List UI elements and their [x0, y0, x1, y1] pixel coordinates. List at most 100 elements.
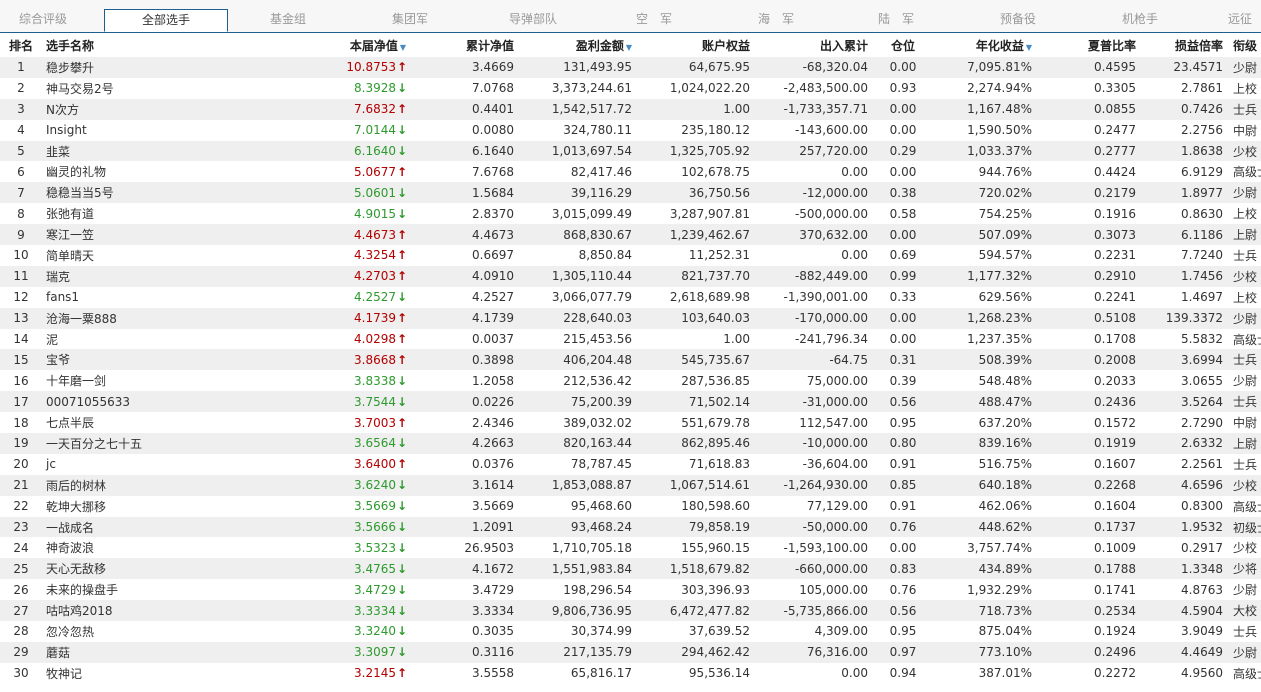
header-name[interactable]: 选手名称 — [42, 33, 202, 57]
tab-3[interactable]: 集团军 — [350, 6, 470, 32]
cell-name[interactable]: 蘑菇 — [42, 641, 202, 663]
tab-9[interactable]: 机枪手 — [1080, 6, 1200, 32]
table-row[interactable]: 13 沧海一粟888 4.1739↑ 4.1739 228,640.03 103,640.… — [0, 307, 1261, 329]
cell-grade: 少校 — [1229, 140, 1261, 162]
cell-name[interactable]: 稳步攀升 — [42, 57, 202, 78]
cell-name[interactable]: 咕咕鸡2018 — [42, 600, 202, 622]
table-row[interactable]: 7 稳稳当当5号 5.0601↓ 1.5684 39,116.29 36,750.56 -1… — [0, 182, 1261, 204]
header-sharpe[interactable]: 夏普比率 — [1038, 33, 1142, 57]
table-row[interactable]: 25 天心无敌移 3.4765↓ 4.1672 1,551,983.84 1,518,67… — [0, 558, 1261, 580]
header-annual[interactable]: 年化收益 ▼ — [932, 33, 1038, 57]
tab-10[interactable]: 远征 — [1200, 6, 1261, 32]
table-row[interactable]: 1 稳步攀升 10.8753↑ 3.4669 131,493.95 64,675.95 -6… — [0, 57, 1261, 78]
table-row[interactable]: 22 乾坤大挪移 3.5669↓ 3.5669 95,468.60 180,598.60 7… — [0, 496, 1261, 517]
table-row[interactable]: 21 雨后的树林 3.6240↓ 3.1614 1,853,088.87 1,067,51… — [0, 474, 1261, 496]
table-row[interactable]: 29 蘑菇 3.3097↓ 0.3116 217,135.79 294,462.42 76,… — [0, 641, 1261, 663]
table-row[interactable]: 17 00071055633 3.7544↓ 0.0226 75,200.39 71,50… — [0, 391, 1261, 413]
tab-4[interactable]: 导弹部队 — [472, 6, 594, 32]
cell-name[interactable]: 寒江一笠 — [42, 224, 202, 246]
table-row[interactable]: 20 jc 3.6400↑ 0.0376 78,787.45 71,618.83 -36,6… — [0, 454, 1261, 475]
cell-name[interactable]: 十年磨一剑 — [42, 370, 202, 391]
cell-name[interactable]: 天心无敌移 — [42, 558, 202, 580]
sort-down-icon[interactable]: ▼ — [626, 43, 632, 52]
cell-name[interactable]: 稳稳当当5号 — [42, 182, 202, 204]
tab-8[interactable]: 预备役 — [956, 6, 1080, 32]
cell-name[interactable]: 乾坤大挪移 — [42, 496, 202, 517]
cell-name[interactable]: 幽灵的礼物 — [42, 161, 202, 182]
cell-name[interactable]: 沧海一粟888 — [42, 307, 202, 329]
cell-cum: 0.4401 — [412, 98, 520, 120]
table-row[interactable]: 6 幽灵的礼物 5.0677↑ 7.6768 82,417.46 102,678.75 0.… — [0, 161, 1261, 182]
arrow-down-icon: ↓ — [397, 582, 408, 597]
cell-name[interactable]: 00071055633 — [42, 391, 202, 413]
header-nav[interactable]: 本届净值 ▼ — [202, 33, 412, 57]
table-row[interactable]: 24 神奇波浪 3.5323↓ 26.9503 1,710,705.18 155,960.… — [0, 537, 1261, 558]
cell-name[interactable]: 一战成名 — [42, 516, 202, 538]
cell-name[interactable]: 七点半辰 — [42, 412, 202, 433]
tab-5[interactable]: 空 军 — [594, 6, 714, 32]
cell-nav: 8.3928↓ — [202, 78, 412, 99]
table-row[interactable]: 2 神马交易2号 8.3928↓ 7.0768 3,373,244.61 1,024,02… — [0, 78, 1261, 99]
cell-profit: 820,163.44 — [520, 433, 638, 454]
tab-6[interactable]: 海 军 — [716, 6, 836, 32]
table-row[interactable]: 30 牧神记 3.2145↑ 3.5558 65,816.17 95,536.14 0.00… — [0, 663, 1261, 684]
cell-name[interactable]: 神奇波浪 — [42, 537, 202, 558]
cell-equity: 294,462.42 — [638, 641, 756, 663]
table-row[interactable]: 16 十年磨一剑 3.8338↓ 1.2058 212,536.42 287,536.85… — [0, 370, 1261, 391]
table-row[interactable]: 8 张弛有道 4.9015↓ 2.8370 3,015,099.49 3,287,907.… — [0, 203, 1261, 224]
cell-position: 0.80 — [874, 433, 932, 454]
table-row[interactable]: 9 寒江一笠 4.4673↑ 4.4673 868,830.67 1,239,462.67… — [0, 224, 1261, 246]
cell-name[interactable]: 简单晴天 — [42, 245, 202, 266]
arrow-down-icon: ↓ — [397, 478, 408, 493]
sort-down-icon[interactable]: ▼ — [400, 43, 406, 52]
cell-name[interactable]: 忽冷忽热 — [42, 621, 202, 642]
header-equity[interactable]: 账户权益 — [638, 33, 756, 57]
cell-name[interactable]: fans1 — [42, 287, 202, 308]
tab-1[interactable]: 全部选手 — [104, 9, 228, 32]
table-row[interactable]: 15 宝爷 3.8668↑ 0.3898 406,204.48 545,735.67 -64… — [0, 349, 1261, 371]
table-row[interactable]: 28 忽冷忽热 3.3240↓ 0.3035 30,374.99 37,639.52 4,3… — [0, 621, 1261, 642]
cell-grade: 少尉 — [1229, 641, 1261, 663]
header-rank[interactable]: 排名 — [0, 33, 42, 57]
nav-value: 3.8338 — [354, 373, 396, 388]
cell-name[interactable]: jc — [42, 454, 202, 475]
table-row[interactable]: 3 N次方 7.6832↑ 0.4401 1,542,517.72 1.00 -1,733,… — [0, 98, 1261, 120]
table-row[interactable]: 23 一战成名 3.5666↓ 1.2091 93,468.24 79,858.19 -50… — [0, 516, 1261, 538]
table-row[interactable]: 11 瑞克 4.2703↑ 4.0910 1,305,110.44 821,737.70-… — [0, 265, 1261, 287]
cell-name[interactable]: 瑞克 — [42, 265, 202, 287]
header-position[interactable]: 仓位 — [874, 33, 932, 57]
header-profit[interactable]: 盈利金额 ▼ — [520, 33, 638, 57]
table-row[interactable]: 19 一天百分之七十五 3.6564↓ 4.2663 820,163.44 862,895… — [0, 433, 1261, 454]
sort-down-icon[interactable]: ▼ — [1026, 43, 1032, 52]
header-cum[interactable]: 累计净值 — [412, 33, 520, 57]
cell-name[interactable]: 韭菜 — [42, 140, 202, 162]
cell-name[interactable]: 一天百分之七十五 — [42, 433, 202, 454]
table-row[interactable]: 10 简单晴天 4.3254↑ 0.6697 8,850.84 11,252.31 0.00… — [0, 245, 1261, 266]
table-row[interactable]: 5 韭菜 6.1640↓ 6.1640 1,013,697.54 1,325,705.92… — [0, 140, 1261, 162]
nav-value: 6.1640 — [354, 144, 396, 158]
cell-name[interactable]: 张弛有道 — [42, 203, 202, 224]
cell-name[interactable]: 雨后的树林 — [42, 474, 202, 496]
cell-name[interactable]: 神马交易2号 — [42, 78, 202, 99]
table-row[interactable]: 4 Insight 7.0144↓ 0.0080 324,780.11 235,180.1… — [0, 120, 1261, 141]
cell-name[interactable]: 宝爷 — [42, 349, 202, 371]
header-grade[interactable]: 衔级 — [1229, 33, 1261, 57]
table-row[interactable]: 14 泥 4.0298↑ 0.0037 215,453.56 1.00 -241,796.3… — [0, 329, 1261, 350]
arrow-up-icon: ↑ — [397, 102, 408, 117]
header-ratio[interactable]: 损益倍率 — [1142, 33, 1229, 57]
cell-name[interactable]: 牧神记 — [42, 663, 202, 684]
cell-name[interactable]: 未来的操盘手 — [42, 579, 202, 600]
cell-inout: -31,000.00 — [756, 391, 874, 413]
table-row[interactable]: 18 七点半辰 3.7003↑ 2.4346 389,032.02 551,679.78 1… — [0, 412, 1261, 433]
table-row[interactable]: 27 咕咕鸡2018 3.3334↓ 3.3334 9,806,736.95 6,472,… — [0, 600, 1261, 622]
table-row[interactable]: 12 fans1 4.2527↓ 4.2527 3,066,077.79 2,618,68… — [0, 287, 1261, 308]
cell-name[interactable]: N次方 — [42, 98, 202, 120]
tab-7[interactable]: 陆 军 — [836, 6, 956, 32]
header-inout[interactable]: 出入累计 — [756, 33, 874, 57]
table-row[interactable]: 26 未来的操盘手 3.4729↓ 3.4729 198,296.54 303,396.9… — [0, 579, 1261, 600]
tab-2[interactable]: 基金组 — [228, 6, 348, 32]
tab-0[interactable]: 综合评级 — [0, 6, 86, 32]
cell-annual: 629.56% — [978, 290, 1032, 305]
cell-name[interactable]: 泥 — [42, 329, 202, 350]
cell-name[interactable]: Insight — [42, 120, 202, 141]
